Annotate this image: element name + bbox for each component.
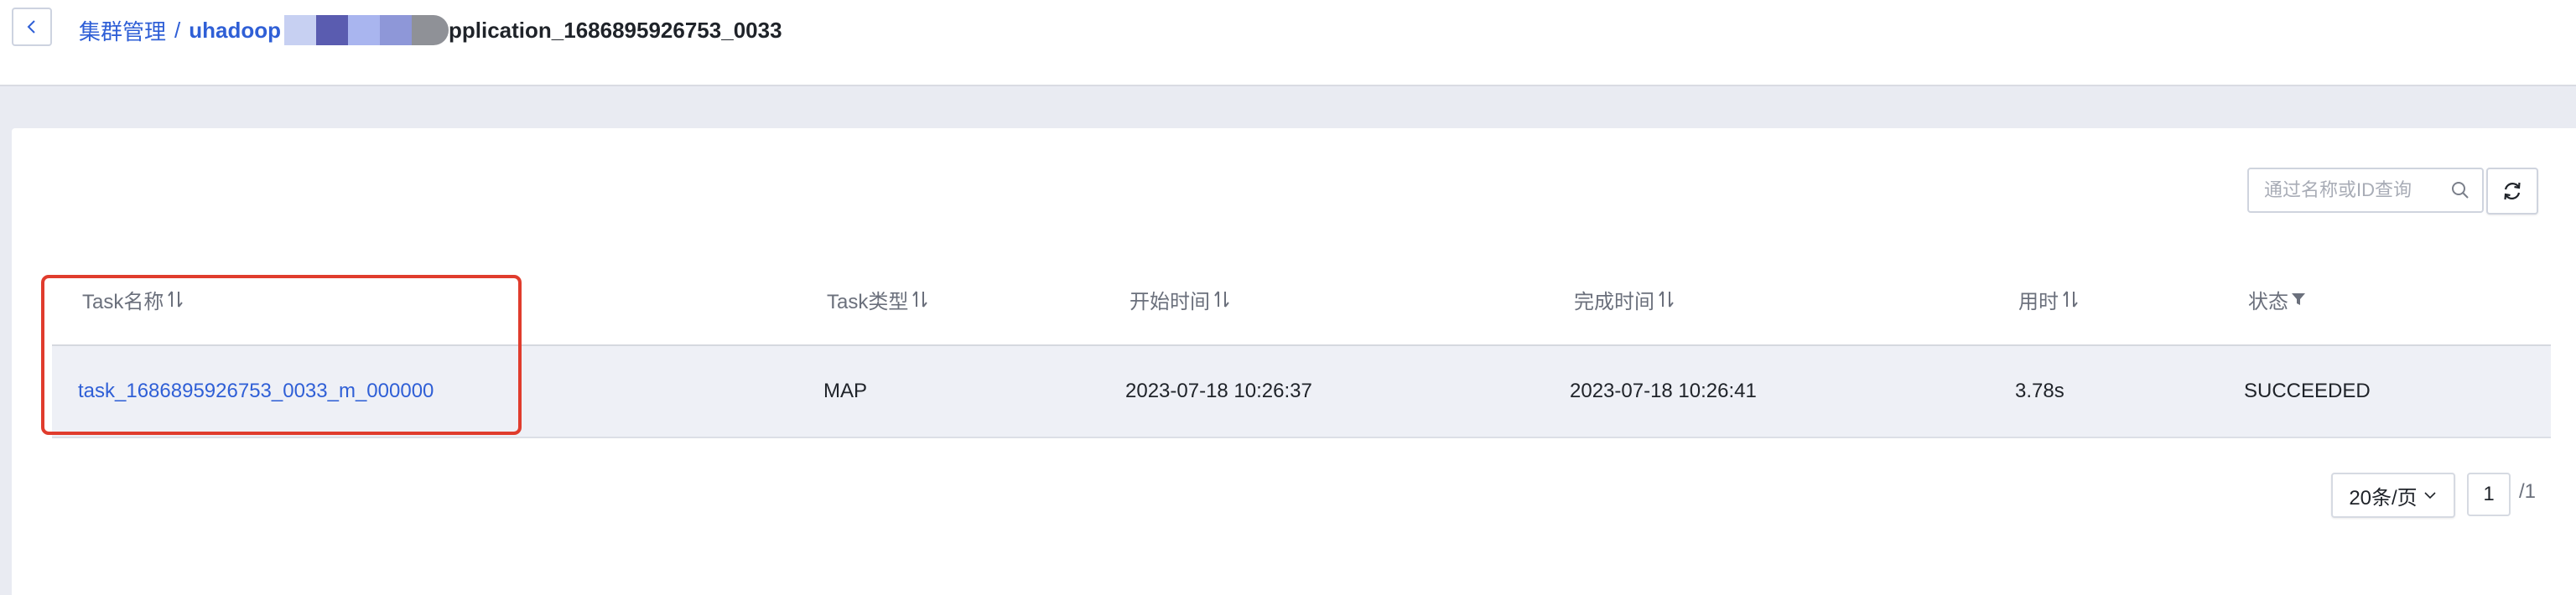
column-header-finish-time[interactable]: 完成时间 — [1574, 284, 1675, 314]
back-button[interactable] — [12, 8, 52, 46]
refresh-button[interactable] — [2486, 168, 2538, 215]
column-label: Task名称 — [82, 290, 164, 313]
page-number-input[interactable]: 1 — [2467, 473, 2511, 516]
breadcrumb-cluster[interactable]: uhadoop — [189, 18, 281, 44]
filter-icon[interactable] — [2290, 291, 2307, 308]
column-label: 状态 — [2248, 290, 2288, 313]
sort-icon[interactable] — [1657, 289, 1675, 309]
page-header: 集群管理 / uhadoop pplication_1686895926753_… — [0, 0, 2576, 86]
task-type-cell: MAP — [823, 380, 868, 402]
chevron-left-icon — [27, 20, 35, 34]
sort-icon[interactable] — [166, 289, 184, 309]
chevron-down-icon — [2424, 492, 2436, 499]
page-total: /1 — [2519, 480, 2537, 503]
search-box — [2247, 168, 2484, 213]
sort-icon[interactable] — [2061, 289, 2080, 309]
search-icon[interactable] — [2450, 180, 2470, 200]
refresh-icon — [2504, 182, 2521, 200]
task-list-card: Task名称 Task类型 开始时间 完成时间 用时 状态 task_16868… — [12, 128, 2576, 595]
breadcrumb-separator: / — [174, 17, 181, 43]
column-label: 开始时间 — [1130, 290, 1210, 313]
column-label: 完成时间 — [1574, 290, 1654, 313]
duration-cell: 3.78s — [2015, 380, 2064, 402]
breadcrumb-cluster-management[interactable]: 集群管理 — [79, 15, 166, 46]
column-header-duration[interactable]: 用时 — [2018, 284, 2080, 314]
column-header-status[interactable]: 状态 — [2248, 284, 2307, 314]
redacted-cluster-id — [284, 15, 449, 45]
sort-icon[interactable] — [911, 289, 929, 309]
column-header-task-type[interactable]: Task类型 — [827, 284, 929, 314]
column-header-start-time[interactable]: 开始时间 — [1130, 284, 1231, 314]
column-label: 用时 — [2018, 290, 2059, 313]
start-time-cell: 2023-07-18 10:26:37 — [1125, 380, 1312, 402]
task-name-link[interactable]: task_1686895926753_0033_m_000000 — [78, 376, 434, 406]
search-input[interactable] — [2262, 178, 2445, 202]
column-label: Task类型 — [827, 290, 909, 313]
breadcrumb: 集群管理 / uhadoop pplication_1686895926753_… — [79, 15, 782, 45]
page-size-select[interactable]: 20条/页 — [2331, 473, 2455, 518]
finish-time-cell: 2023-07-18 10:26:41 — [1570, 380, 1757, 402]
status-cell: SUCCEEDED — [2244, 380, 2371, 402]
sort-icon[interactable] — [1213, 289, 1231, 309]
breadcrumb-current-application: pplication_1686895926753_0033 — [449, 17, 782, 43]
page-size-label: 20条/页 — [2349, 486, 2418, 510]
column-header-task-name[interactable]: Task名称 — [82, 284, 184, 314]
